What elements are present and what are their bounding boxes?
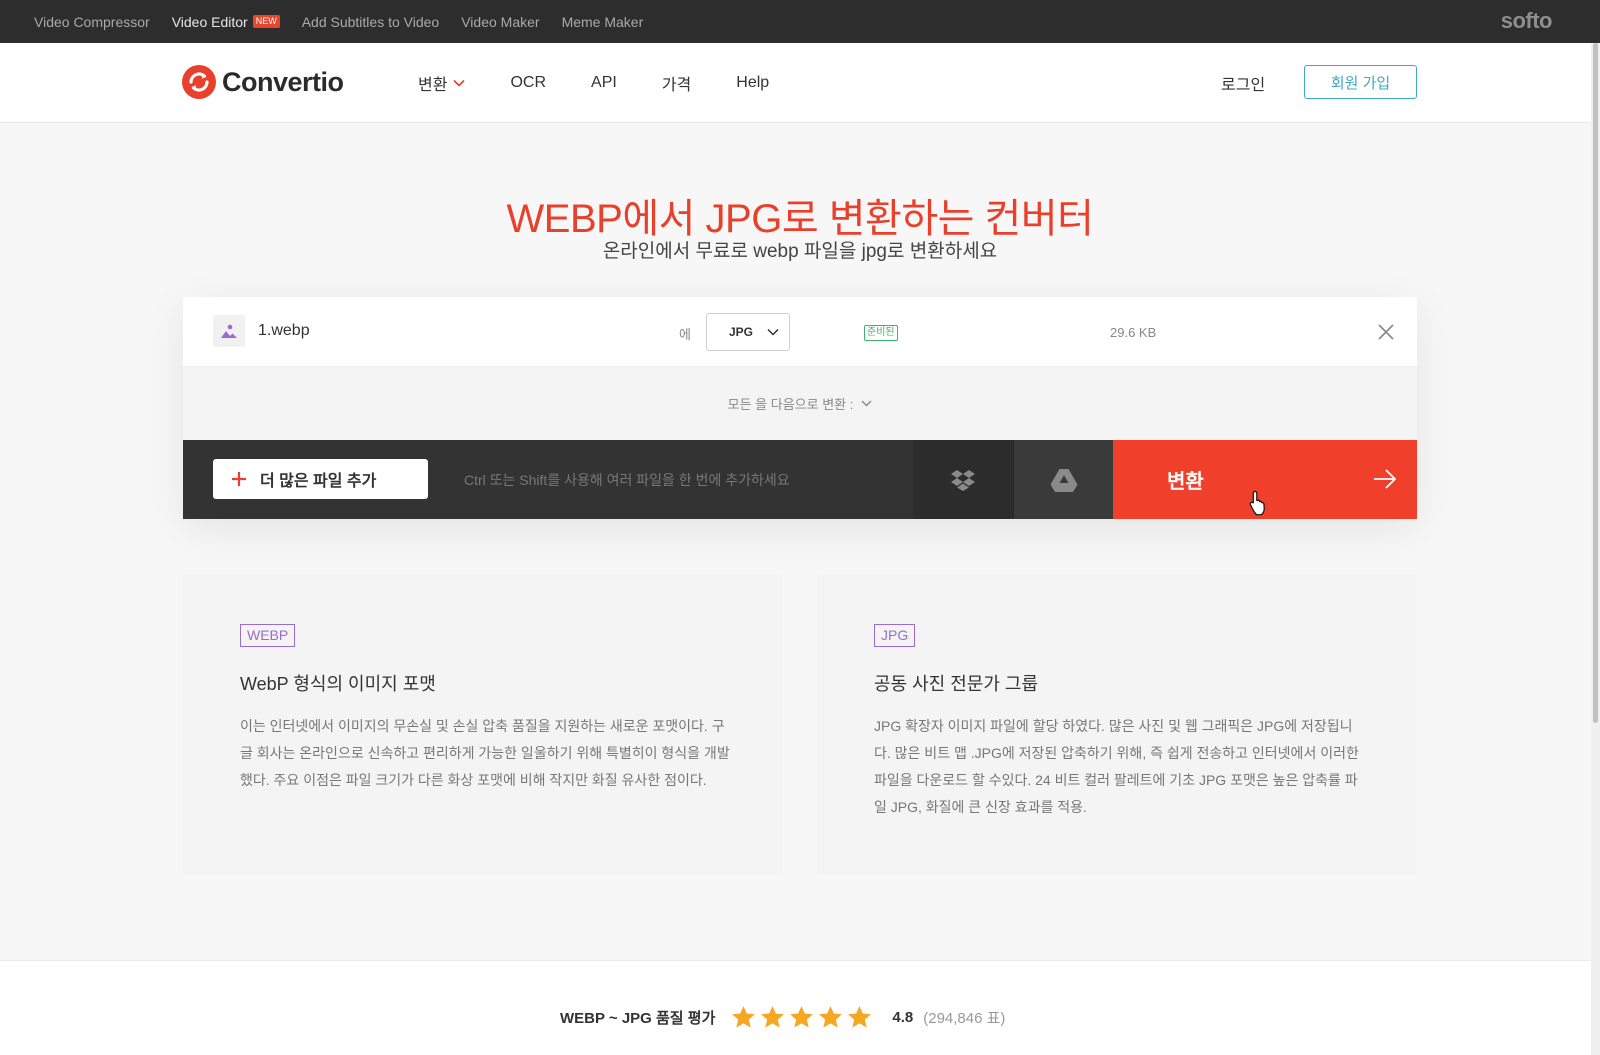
convertio-logo[interactable]: Convertio xyxy=(182,65,344,99)
rating-score: 4.8 xyxy=(892,1008,914,1026)
hand-cursor-icon xyxy=(1249,490,1265,516)
nav-convert-label: 변환 xyxy=(418,77,448,94)
add-files-label: 더 많은 파일 추가 xyxy=(260,473,377,490)
nav-convert[interactable]: 변환 xyxy=(418,71,466,95)
convert-button-label: 변환 xyxy=(1167,471,1204,493)
format-select[interactable]: JPG xyxy=(706,313,790,351)
signup-button[interactable]: 회원 가입 xyxy=(1304,65,1417,99)
converter-panel: 1.webp 에 JPG 준비된 29.6 KB 모든 을 다음으로 변환 : … xyxy=(183,297,1417,519)
plus-icon xyxy=(232,472,246,486)
top-bar: Video Compressor Video Editor NEW Add Sub… xyxy=(0,0,1600,43)
chevron-down-icon xyxy=(861,400,872,407)
rating-label: WEBP ~ JPG 품질 평가 xyxy=(560,1009,716,1027)
top-links: Video Compressor Video Editor NEW Add Sub… xyxy=(34,0,643,43)
main-nav: 변환 OCR API 가격 Help xyxy=(418,43,814,123)
rating-row: WEBP ~ JPG 품질 평가 4.8 (294,846 표) xyxy=(560,1005,1005,1029)
new-badge: NEW xyxy=(252,15,280,28)
star-icon[interactable] xyxy=(847,1005,872,1029)
nav-help[interactable]: Help xyxy=(736,74,769,92)
scrollbar-thumb[interactable] xyxy=(1593,43,1598,723)
format-tag: WEBP xyxy=(240,624,296,647)
star-icon[interactable] xyxy=(789,1005,814,1029)
google-drive-icon xyxy=(1050,468,1077,492)
google-drive-button[interactable] xyxy=(1013,440,1113,519)
top-link-video-compressor[interactable]: Video Compressor xyxy=(34,14,150,30)
nav-ocr[interactable]: OCR xyxy=(510,74,546,92)
card-title: 공동 사진 전문가 그룹 xyxy=(874,674,1039,694)
star-icon[interactable] xyxy=(760,1005,785,1029)
convertio-logo-icon xyxy=(182,65,216,99)
star-icon[interactable] xyxy=(818,1005,843,1029)
close-icon xyxy=(1378,324,1394,340)
nav-pricing[interactable]: 가격 xyxy=(662,71,691,95)
format-value: JPG xyxy=(729,325,754,339)
add-more-files-button[interactable]: 더 많은 파일 추가 xyxy=(213,459,428,499)
arrow-right-icon xyxy=(1374,469,1397,489)
rating-votes: (294,846 표) xyxy=(923,1009,1006,1027)
jpg-info-card: JPG 공동 사진 전문가 그룹 JPG 확장자 이미지 파일에 할당 하였다.… xyxy=(817,575,1416,875)
rating-section: WEBP ~ JPG 품질 평가 4.8 (294,846 표) xyxy=(0,960,1600,1055)
top-link-label: Video Editor xyxy=(171,13,248,30)
card-body: 이는 인터넷에서 이미지의 무손실 및 손실 압축 품질을 지원하는 새로운 포… xyxy=(240,718,730,788)
remove-file-button[interactable] xyxy=(1374,320,1398,344)
star-icon[interactable] xyxy=(731,1005,756,1029)
login-link[interactable]: 로그인 xyxy=(1221,71,1265,95)
image-file-icon xyxy=(213,315,245,347)
dropbox-button[interactable] xyxy=(913,440,1013,519)
file-row: 1.webp 에 JPG 준비된 29.6 KB xyxy=(183,297,1417,367)
convert-all-label: 모든 을 다음으로 변환 : xyxy=(727,397,854,412)
top-link-meme-maker[interactable]: Meme Maker xyxy=(562,14,644,30)
page-subtitle: 온라인에서 무료로 webp 파일을 jpg로 변환하세요 xyxy=(602,241,998,262)
rating-stars[interactable] xyxy=(731,1005,872,1029)
top-link-video-maker[interactable]: Video Maker xyxy=(461,14,539,30)
file-size: 29.6 KB xyxy=(1110,325,1157,340)
action-bar: 더 많은 파일 추가 Ctrl 또는 Shift를 사용해 여러 파일을 한 번… xyxy=(183,440,1417,519)
scrollbar[interactable] xyxy=(1591,43,1600,1055)
file-name: 1.webp xyxy=(258,322,310,339)
convert-all-dropdown[interactable]: 모든 을 다음으로 변환 : xyxy=(183,367,1417,440)
chevron-down-icon xyxy=(767,328,779,336)
status-badge: 준비된 xyxy=(864,325,898,341)
site-header: Convertio 변환 OCR API 가격 Help 로그인 회원 가입 xyxy=(0,43,1600,123)
multi-select-hint: Ctrl 또는 Shift를 사용해 여러 파일을 한 번에 추가하세요 xyxy=(464,472,790,488)
softo-logo[interactable]: softo xyxy=(1501,8,1553,34)
dropbox-icon xyxy=(951,469,975,491)
top-link-add-subtitles[interactable]: Add Subtitles to Video xyxy=(302,14,440,30)
webp-info-card: WEBP WebP 형식의 이미지 포맷 이는 인터넷에서 이미지의 무손실 및… xyxy=(183,575,782,875)
top-link-video-editor[interactable]: Video Editor NEW xyxy=(172,14,280,30)
format-tag: JPG xyxy=(874,624,916,647)
to-label: 에 xyxy=(679,327,691,342)
logo-text: Convertio xyxy=(222,66,344,97)
card-body: JPG 확장자 이미지 파일에 할당 하였다. 많은 사진 및 웹 그래픽은 J… xyxy=(874,718,1359,815)
chevron-down-icon xyxy=(453,79,466,87)
nav-api[interactable]: API xyxy=(591,74,617,92)
card-title: WebP 형식의 이미지 포맷 xyxy=(240,674,436,694)
